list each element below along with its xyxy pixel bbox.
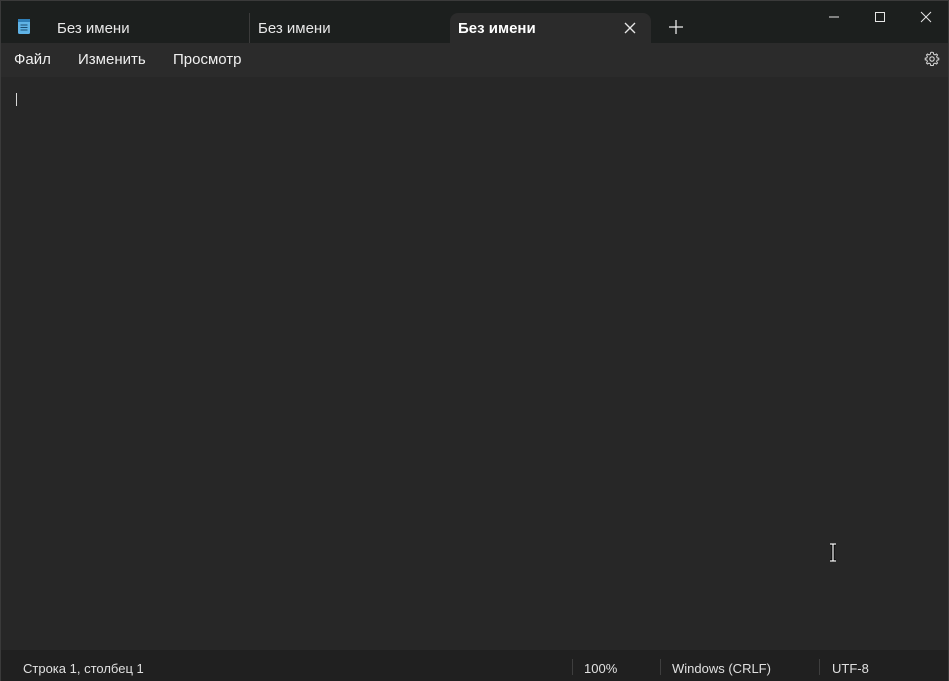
tab-label: Без имени bbox=[57, 19, 130, 37]
status-divider bbox=[819, 659, 820, 675]
close-window-button[interactable] bbox=[903, 1, 949, 33]
ibeam-cursor-icon bbox=[830, 543, 836, 562]
text-editor-area[interactable] bbox=[1, 77, 948, 650]
status-encoding[interactable]: UTF-8 bbox=[832, 661, 869, 676]
tab-untitled-3-active[interactable]: Без имени bbox=[450, 13, 651, 43]
menu-edit[interactable]: Изменить bbox=[78, 51, 146, 68]
settings-gear-icon[interactable] bbox=[924, 51, 940, 67]
status-divider bbox=[660, 659, 661, 675]
maximize-button[interactable] bbox=[857, 1, 903, 33]
menu-bar: Файл Изменить Просмотр bbox=[1, 43, 948, 78]
tab-untitled-1[interactable]: Без имени bbox=[49, 13, 249, 43]
maximize-icon bbox=[875, 12, 885, 22]
notepad-window: Без имени Без имени Без имени Файл Измен… bbox=[0, 0, 949, 681]
notepad-app-icon bbox=[18, 19, 30, 34]
tab-untitled-2[interactable]: Без имени bbox=[249, 13, 449, 43]
tab-close-icon[interactable] bbox=[622, 20, 638, 36]
text-caret bbox=[16, 93, 17, 106]
menu-view[interactable]: Просмотр bbox=[173, 51, 242, 68]
status-bar: Строка 1, столбец 1 100% Windows (CRLF) … bbox=[1, 650, 948, 681]
menu-file[interactable]: Файл bbox=[14, 51, 51, 68]
status-divider bbox=[572, 659, 573, 675]
tab-label: Без имени bbox=[458, 19, 536, 37]
minimize-button[interactable] bbox=[811, 1, 857, 33]
close-icon bbox=[920, 11, 932, 23]
new-tab-plus-icon[interactable] bbox=[666, 17, 686, 37]
tab-label: Без имени bbox=[258, 19, 331, 37]
status-cursor-position: Строка 1, столбец 1 bbox=[23, 661, 144, 676]
status-zoom[interactable]: 100% bbox=[584, 661, 617, 676]
title-bar[interactable]: Без имени Без имени Без имени bbox=[1, 1, 948, 43]
status-line-ending[interactable]: Windows (CRLF) bbox=[672, 661, 771, 676]
minimize-icon bbox=[829, 16, 839, 18]
